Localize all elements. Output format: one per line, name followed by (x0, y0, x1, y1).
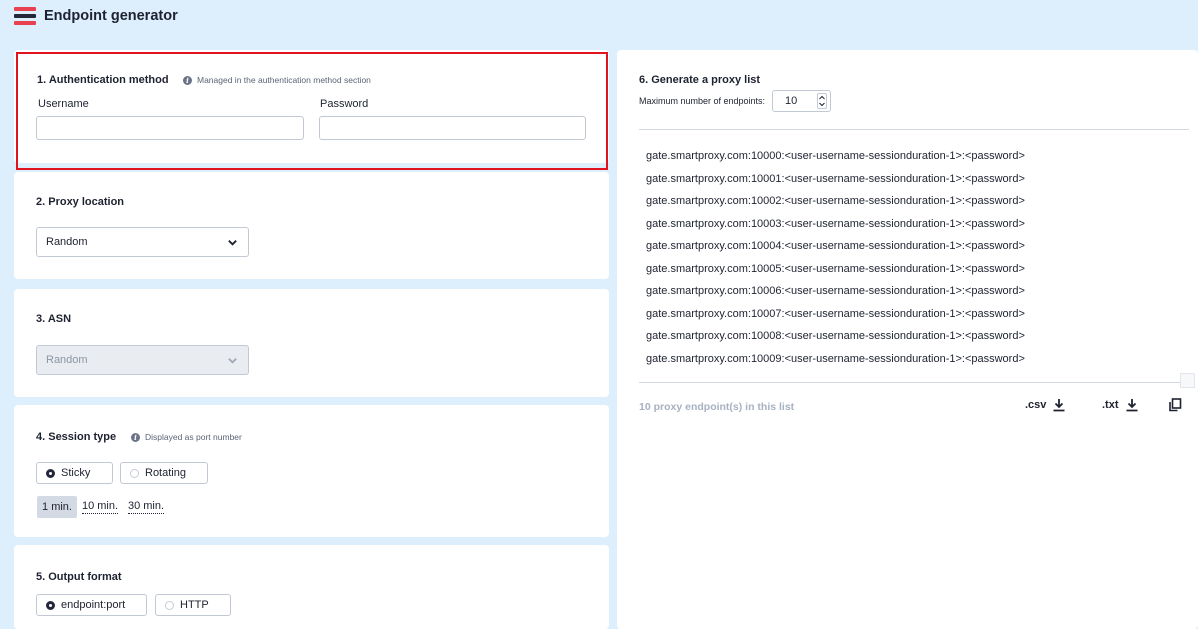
page-title: Endpoint generator (44, 8, 178, 24)
info-icon: i (131, 432, 140, 442)
duration-1-min[interactable]: 1 min. (37, 496, 77, 518)
divider-top (639, 129, 1189, 130)
duration-30-min[interactable]: 30 min. (126, 496, 166, 518)
highlight-box (16, 52, 608, 170)
asn-card (14, 289, 609, 397)
chevron-down-icon (228, 358, 237, 364)
endpoint-item: gate.smartproxy.com:10006:<user-username… (646, 285, 1025, 297)
output-title: 5. Output format (36, 571, 122, 583)
divider-bottom (639, 382, 1180, 383)
asn-title: 3. ASN (36, 313, 72, 325)
endpoint-count: 10 proxy endpoint(s) in this list (639, 401, 795, 413)
download-csv-label: .csv (1025, 399, 1047, 411)
output-card (14, 545, 609, 629)
download-icon (1126, 399, 1137, 412)
location-select[interactable]: Random (36, 227, 249, 257)
copy-icon (1169, 398, 1182, 412)
duration-10-min[interactable]: 10 min. (80, 496, 120, 518)
copy-button[interactable] (1162, 398, 1182, 412)
app-header: Endpoint generator (0, 0, 1198, 36)
location-title: 2. Proxy location (36, 196, 125, 208)
session-rotating-label: Rotating (145, 467, 186, 479)
radio-unselected-icon (165, 600, 174, 610)
duration-1-min-label: 1 min. (42, 501, 72, 513)
location-card (14, 172, 609, 279)
resize-handle[interactable] (1180, 373, 1195, 388)
endpoint-item: gate.smartproxy.com:10003:<user-username… (646, 217, 1025, 230)
location-select-value: Random (46, 236, 88, 248)
output-endpoint-label: endpoint:port (61, 599, 126, 611)
endpoint-item: gate.smartproxy.com:10005:<user-username… (646, 262, 1025, 275)
download-txt-label: .txt (1102, 399, 1119, 411)
max-endpoints-label: Maximum number of endpoints: (639, 96, 766, 106)
endpoint-item: gate.smartproxy.com:10000:<user-username… (646, 150, 1025, 162)
max-endpoints-value: 10 (785, 95, 798, 107)
endpoint-item: gate.smartproxy.com:10002:<user-username… (646, 195, 1025, 207)
endpoint-item: gate.smartproxy.com:10009:<user-username… (646, 352, 1025, 365)
brand-logo-icon (14, 7, 36, 25)
endpoint-item: gate.smartproxy.com:10008:<user-username… (646, 330, 1025, 342)
stepper-arrows-icon[interactable] (817, 93, 827, 109)
asn-select-value: Random (46, 354, 88, 366)
endpoint-item: gate.smartproxy.com:10001:<user-username… (646, 172, 1025, 185)
radio-selected-icon (46, 600, 55, 610)
session-hint-text: Displayed as port number (145, 432, 242, 442)
endpoint-list: gate.smartproxy.com:10000:<user-username… (646, 148, 1025, 373)
session-sticky-option[interactable]: Sticky (36, 462, 113, 484)
download-icon (1053, 399, 1065, 412)
max-endpoints-stepper[interactable]: 10 (772, 90, 831, 112)
proxy-list-title: 6. Generate a proxy list (639, 74, 761, 86)
duration-10-min-label: 10 min. (81, 500, 119, 514)
radio-selected-icon (46, 468, 55, 478)
output-http-option[interactable]: HTTP (155, 594, 231, 616)
output-endpoint-option[interactable]: endpoint:port (36, 594, 147, 616)
session-title: 4. Session type (36, 431, 117, 443)
session-sticky-label: Sticky (61, 467, 91, 479)
radio-unselected-icon (130, 468, 139, 478)
asn-select: Random (36, 345, 249, 375)
download-txt-button[interactable]: .txt (1102, 398, 1139, 412)
download-csv-button[interactable]: .csv (1025, 398, 1066, 412)
output-http-label: HTTP (180, 599, 209, 611)
endpoint-item: gate.smartproxy.com:10007:<user-username… (646, 307, 1025, 320)
chevron-down-icon (228, 240, 237, 246)
endpoint-item: gate.smartproxy.com:10004:<user-username… (646, 240, 1025, 252)
duration-30-min-label: 30 min. (127, 500, 165, 514)
session-rotating-option[interactable]: Rotating (120, 462, 208, 484)
session-hint: i Displayed as port number (131, 432, 242, 442)
